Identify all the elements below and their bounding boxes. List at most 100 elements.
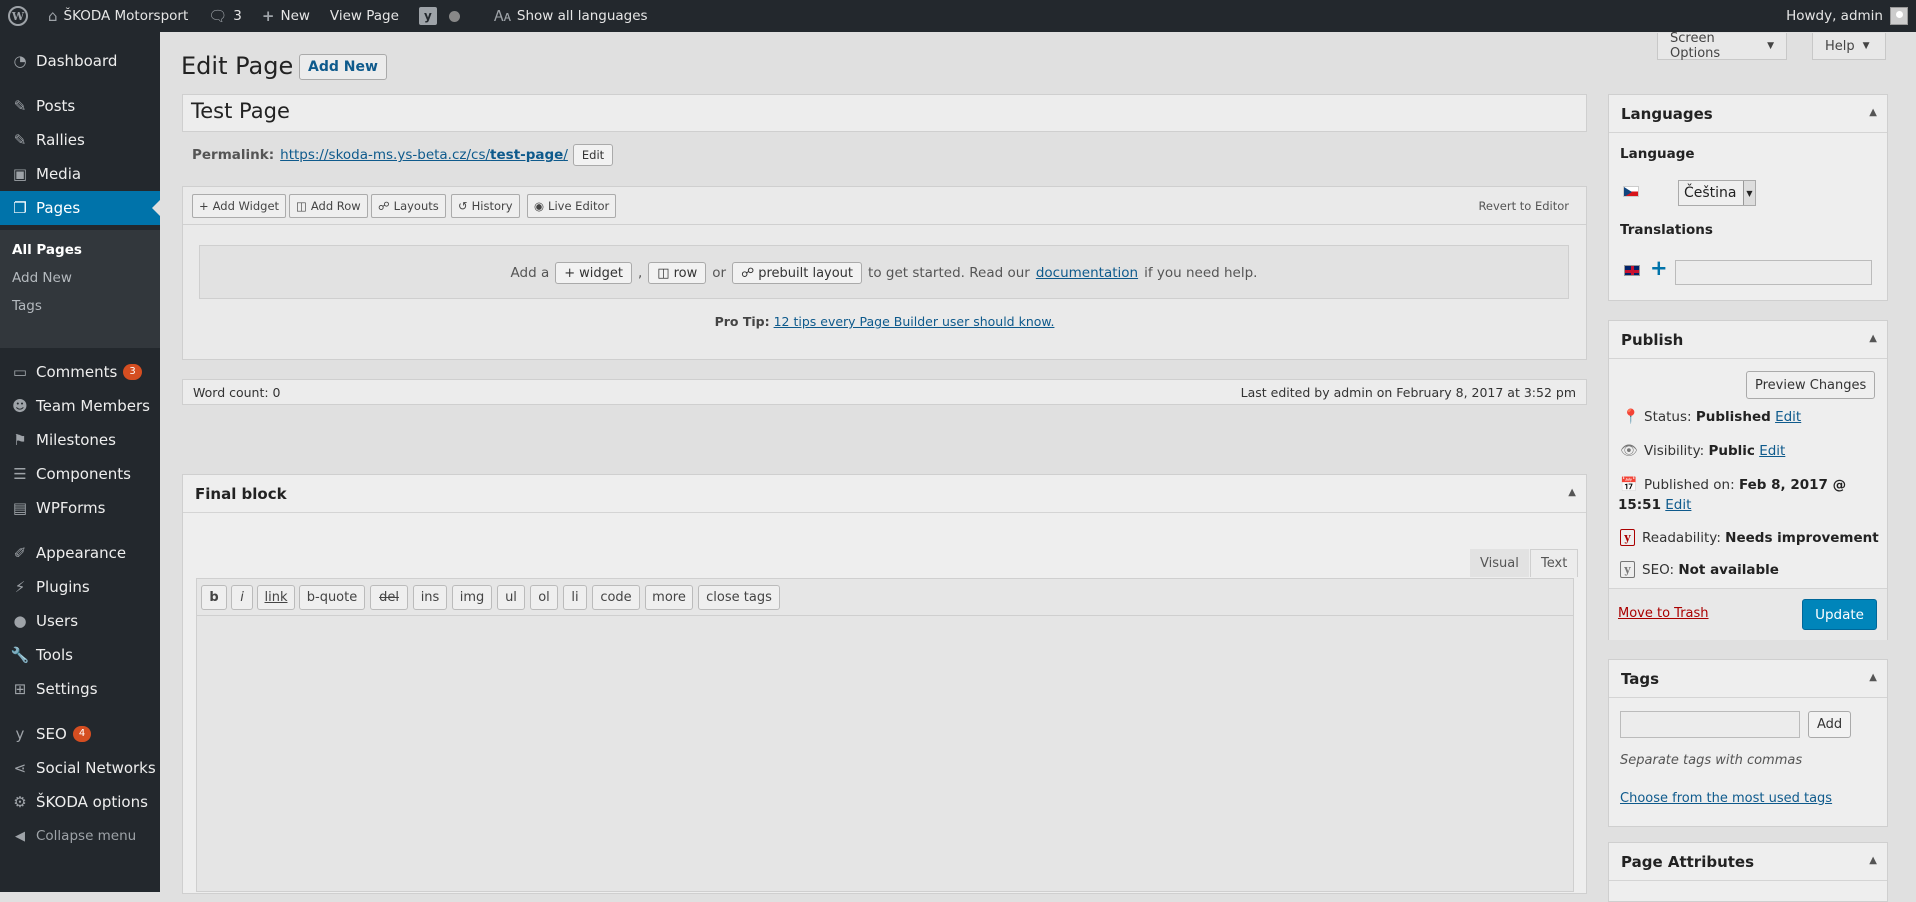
update-button[interactable]: Update xyxy=(1802,599,1877,630)
preview-changes-button[interactable]: Preview Changes xyxy=(1746,371,1876,399)
choose-most-used-tags-link[interactable]: Choose from the most used tags xyxy=(1620,791,1832,806)
page-attributes-box: Page Attributes ▲ xyxy=(1608,842,1888,902)
menu-users[interactable]: ● Users xyxy=(0,604,160,638)
new-content-link[interactable]: + New xyxy=(252,0,320,32)
published-label: Published on: xyxy=(1644,477,1735,493)
menu-posts[interactable]: ✎ Posts xyxy=(0,89,160,123)
menu-settings[interactable]: ⊞ Settings xyxy=(0,672,160,706)
tab-text[interactable]: Text xyxy=(1530,549,1579,577)
menu-components[interactable]: ☰ Components xyxy=(0,457,160,491)
readability-value: Needs improvement xyxy=(1725,530,1879,546)
permalink-base: https://skoda-ms.ys-beta.cz/cs/ xyxy=(280,147,491,163)
collapse-toggle-icon[interactable]: ▲ xyxy=(1869,333,1877,344)
qt-more-button[interactable]: more xyxy=(645,585,693,610)
content-textarea[interactable] xyxy=(196,615,1574,892)
seo-score-indicator[interactable] xyxy=(441,0,470,32)
edit-visibility-link[interactable]: Edit xyxy=(1759,443,1785,459)
collapse-toggle-icon[interactable]: ▲ xyxy=(1869,107,1877,118)
tags-title: Tags xyxy=(1621,669,1660,688)
permalink-edit-button[interactable]: Edit xyxy=(572,144,614,166)
page-attributes-header[interactable]: Page Attributes ▲ xyxy=(1609,843,1887,881)
qt-img-button[interactable]: img xyxy=(452,585,492,610)
add-widget-button[interactable]: + Add Widget xyxy=(192,194,287,218)
menu-label: ŠKODA options xyxy=(36,793,148,811)
add-tag-button[interactable]: Add xyxy=(1808,711,1852,738)
qt-link-button[interactable]: link xyxy=(257,585,295,610)
permalink-slug: test-page xyxy=(490,147,564,163)
show-all-languages-link[interactable]: 🗛 Show all languages xyxy=(470,0,658,32)
translation-input[interactable] xyxy=(1675,260,1872,285)
help-button[interactable]: Help ▼ xyxy=(1812,33,1886,60)
live-editor-button[interactable]: ◉ Live Editor xyxy=(527,194,617,218)
edit-status-link[interactable]: Edit xyxy=(1775,409,1801,425)
history-button[interactable]: ↺ History xyxy=(451,194,520,218)
menu-rallies[interactable]: ✎ Rallies xyxy=(0,123,160,157)
qt-bold-button[interactable]: b xyxy=(201,585,227,610)
screen-options-button[interactable]: Screen Options ▼ xyxy=(1657,31,1787,61)
permalink-link[interactable]: https://skoda-ms.ys-beta.cz/cs/test-page… xyxy=(280,147,568,163)
qt-bquote-button[interactable]: b-quote xyxy=(299,585,365,610)
pushpin-icon: ✎ xyxy=(13,97,27,115)
menu-dashboard[interactable]: ◔ Dashboard xyxy=(0,44,160,78)
qt-ol-button[interactable]: ol xyxy=(530,585,558,610)
collapse-toggle-icon[interactable]: ▲ xyxy=(1568,487,1576,498)
move-to-trash-link[interactable]: Move to Trash xyxy=(1618,606,1709,621)
new-tag-input[interactable] xyxy=(1620,711,1800,738)
qt-del-button[interactable]: del xyxy=(370,585,408,610)
qt-code-button[interactable]: code xyxy=(592,585,640,610)
layouts-button[interactable]: ☍ Layouts xyxy=(371,194,446,218)
comments-link[interactable]: 🗨 3 xyxy=(198,0,252,32)
seo-value: Not available xyxy=(1678,562,1779,578)
menu-wpforms[interactable]: ▤ WPForms xyxy=(0,491,160,525)
menu-skoda-options[interactable]: ⚙ ŠKODA options xyxy=(0,785,160,819)
collapse-menu-button[interactable]: ◀ Collapse menu xyxy=(0,819,160,853)
qt-li-button[interactable]: li xyxy=(563,585,587,610)
menu-team-members[interactable]: ☻ Team Members xyxy=(0,389,160,423)
pro-tip-link[interactable]: 12 tips every Page Builder user should k… xyxy=(774,314,1055,329)
add-translation-icon[interactable]: + xyxy=(1650,256,1668,280)
visibility-row: Visibility: Public Edit xyxy=(1644,443,1785,459)
view-page-link[interactable]: View Page xyxy=(320,0,409,32)
yoast-seo-menu[interactable]: y xyxy=(409,0,441,32)
menu-pages[interactable]: ❐ Pages xyxy=(0,191,160,225)
qt-close-tags-button[interactable]: close tags xyxy=(698,585,780,610)
menu-plugins[interactable]: ⚡ Plugins xyxy=(0,570,160,604)
menu-seo[interactable]: y SEO 4 xyxy=(0,717,160,751)
menu-tools[interactable]: 🔧 Tools xyxy=(0,638,160,672)
qt-ul-button[interactable]: ul xyxy=(497,585,525,610)
publish-actions: Move to Trash Update xyxy=(1609,588,1887,640)
final-block-header[interactable]: Final block ▲ xyxy=(183,475,1586,513)
menu-milestones[interactable]: ⚑ Milestones xyxy=(0,423,160,457)
documentation-link[interactable]: documentation xyxy=(1036,265,1138,281)
revert-to-editor-link[interactable]: Revert to Editor xyxy=(1478,199,1569,213)
qt-ins-button[interactable]: ins xyxy=(413,585,447,610)
menu-social-networks[interactable]: ⋖ Social Networks xyxy=(0,751,160,785)
wp-logo-menu[interactable]: W xyxy=(0,0,38,32)
collapse-toggle-icon[interactable]: ▲ xyxy=(1869,672,1877,683)
menu-comments[interactable]: ▭ Comments 3 xyxy=(0,355,160,389)
add-new-page-button[interactable]: Add New xyxy=(299,54,387,80)
publish-header[interactable]: Publish ▲ xyxy=(1609,321,1887,359)
list-icon: ☰ xyxy=(13,465,27,483)
prebuilt-layout-button[interactable]: ☍ prebuilt layout xyxy=(732,262,863,284)
add-widget-label: Add Widget xyxy=(212,199,280,213)
submenu-tags[interactable]: Tags xyxy=(12,298,42,314)
add-widget-inline-button[interactable]: + widget xyxy=(555,262,632,284)
edit-date-link[interactable]: Edit xyxy=(1665,497,1691,513)
menu-appearance[interactable]: ✐ Appearance xyxy=(0,536,160,570)
add-row-button[interactable]: ◫ Add Row xyxy=(289,194,368,218)
collapse-toggle-icon[interactable]: ▲ xyxy=(1869,855,1877,866)
tags-header[interactable]: Tags ▲ xyxy=(1609,660,1887,698)
status-label: Status: xyxy=(1644,409,1692,425)
my-account-menu[interactable]: Howdy, admin xyxy=(1776,0,1916,32)
language-select[interactable]: Čeština ▼ xyxy=(1678,180,1756,206)
post-title-input[interactable]: Test Page xyxy=(182,94,1587,132)
tab-visual[interactable]: Visual xyxy=(1470,549,1529,577)
add-row-inline-button[interactable]: ◫ row xyxy=(648,262,707,284)
submenu-add-new[interactable]: Add New xyxy=(12,270,72,286)
qt-italic-button[interactable]: i xyxy=(231,585,253,610)
menu-media[interactable]: ▣ Media xyxy=(0,157,160,191)
languages-header[interactable]: Languages ▲ xyxy=(1609,95,1887,133)
site-name-link[interactable]: ⌂ ŠKODA Motorsport xyxy=(38,0,198,32)
submenu-all-pages[interactable]: All Pages xyxy=(12,242,82,258)
